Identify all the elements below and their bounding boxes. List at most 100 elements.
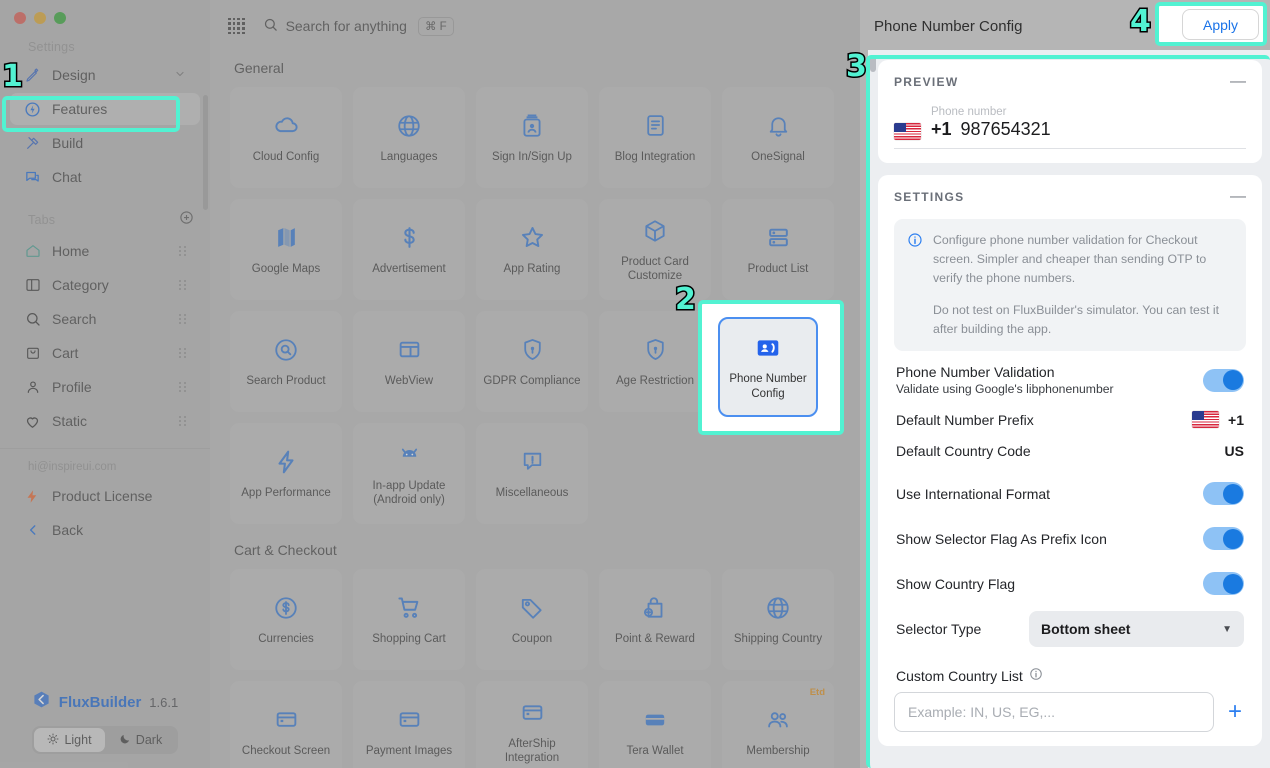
maximize-window-icon[interactable] — [54, 12, 66, 24]
custom-country-list-input[interactable] — [894, 692, 1214, 732]
minus-icon[interactable]: — — [1230, 189, 1246, 205]
sidebar-item-back[interactable]: Back — [10, 514, 200, 546]
tile-phone-number-config[interactable]: Phone Number Config — [718, 317, 818, 417]
drag-handle-icon[interactable] — [179, 348, 186, 358]
sidebar-item-design[interactable]: Design — [10, 59, 200, 91]
tile-advertisement[interactable]: Advertisement — [353, 199, 465, 300]
star-icon — [519, 223, 546, 253]
apps-grid-icon[interactable] — [228, 18, 245, 35]
tile-label: Currencies — [258, 632, 314, 646]
tile-shipping-country[interactable]: Shipping Country — [722, 569, 834, 670]
chevron-left-icon — [24, 522, 41, 539]
theme-option-light[interactable]: Light — [34, 728, 105, 752]
tile-label: Shopping Cart — [372, 632, 446, 646]
drag-handle-icon[interactable] — [179, 314, 186, 324]
tile-coupon[interactable]: Coupon — [476, 569, 588, 670]
settings-card-header: SETTINGS — — [894, 189, 1246, 205]
tile-point-reward[interactable]: Point & Reward — [599, 569, 711, 670]
theme-option-dark[interactable]: Dark — [105, 728, 176, 752]
info-circle-icon[interactable] — [1029, 667, 1043, 684]
row-sublabel: Validate using Google's libphonenumber — [896, 382, 1114, 396]
tile-shopping-cart[interactable]: Shopping Cart — [353, 569, 465, 670]
sidebar-settings-label: Settings — [0, 24, 210, 58]
sidebar-item-product-license[interactable]: Product License — [10, 480, 200, 512]
row-show-selector-flag-as-prefix-icon[interactable]: Show Selector Flag As Prefix Icon — [894, 505, 1246, 550]
apply-button-highlighted[interactable]: Apply — [1182, 9, 1259, 40]
row-value: US — [1225, 443, 1244, 459]
tile-tera-wallet[interactable]: Tera Wallet — [599, 681, 711, 768]
minimize-window-icon[interactable] — [34, 12, 46, 24]
tile-label: Coupon — [512, 632, 552, 646]
sidebar-item-chat[interactable]: Chat — [10, 161, 200, 193]
tag-icon — [519, 593, 545, 623]
wallet-icon — [642, 705, 668, 735]
card-icon — [274, 705, 299, 735]
toggle-show-country-flag[interactable] — [1203, 572, 1244, 595]
tile-label: WebView — [385, 374, 433, 388]
info-text: Configure phone number validation for Ch… — [933, 231, 1233, 339]
chevron-down-icon[interactable] — [174, 67, 186, 83]
tile-membership[interactable]: Etd Membership — [722, 681, 834, 768]
settings-card: SETTINGS — Configure phone number valida… — [878, 175, 1262, 746]
row-default-country-code[interactable]: Default Country Code US — [894, 430, 1246, 464]
tile-cloud-config[interactable]: Cloud Config — [230, 87, 342, 188]
sidebar-item-static[interactable]: Static — [10, 405, 200, 437]
members-icon — [765, 705, 791, 735]
sun-icon — [47, 733, 59, 748]
toggle-phone-number-validation[interactable] — [1203, 369, 1244, 392]
tile-miscellaneous[interactable]: Miscellaneous — [476, 423, 588, 524]
marker-1: 1 — [2, 62, 23, 92]
sidebar-item-build[interactable]: Build — [10, 127, 200, 159]
bag-plus-icon — [642, 593, 668, 623]
drag-handle-icon[interactable] — [179, 280, 186, 290]
tile-languages[interactable]: Languages — [353, 87, 465, 188]
toggle-use-international-format[interactable] — [1203, 482, 1244, 505]
tile-search-product[interactable]: Search Product — [230, 311, 342, 412]
tile-in-app-update[interactable]: In-app Update (Android only) — [353, 423, 465, 524]
tile-sign-in-sign-up[interactable]: Sign In/Sign Up — [476, 87, 588, 188]
tile-gdpr-compliance[interactable]: GDPR Compliance — [476, 311, 588, 412]
sidebar-item-search[interactable]: Search — [10, 303, 200, 335]
tile-blog-integration[interactable]: Blog Integration — [599, 87, 711, 188]
tile-app-performance[interactable]: App Performance — [230, 423, 342, 524]
globe-icon — [765, 593, 791, 623]
toggle-show-selector-flag-as-prefix-icon[interactable] — [1203, 527, 1244, 550]
drag-handle-icon[interactable] — [179, 416, 186, 426]
tile-age-restriction[interactable]: Age Restriction — [599, 311, 711, 412]
tile-webview[interactable]: WebView — [353, 311, 465, 412]
search-input[interactable]: Search for anything ⌘ F — [263, 17, 454, 36]
sidebar-item-profile[interactable]: Profile — [10, 371, 200, 403]
tile-google-maps[interactable]: Google Maps — [230, 199, 342, 300]
sidebar-item-home[interactable]: Home — [10, 235, 200, 267]
tile-product-list[interactable]: Product List — [722, 199, 834, 300]
row-phone-number-validation[interactable]: Phone Number Validation Validate using G… — [894, 351, 1246, 396]
row-use-international-format[interactable]: Use International Format — [894, 464, 1246, 505]
minus-icon[interactable]: — — [1230, 74, 1246, 90]
theme-toggle[interactable]: Light Dark — [32, 726, 178, 754]
tile-label: Checkout Screen — [242, 744, 330, 758]
close-window-icon[interactable] — [14, 12, 26, 24]
tile-currencies[interactable]: Currencies — [230, 569, 342, 670]
row-control — [1203, 369, 1244, 392]
tile-badge: Etd — [810, 687, 825, 698]
design-pen-icon — [24, 67, 41, 84]
drag-handle-icon[interactable] — [179, 246, 186, 256]
tile-aftership-integration[interactable]: AfterShip Integration — [476, 681, 588, 768]
tile-checkout-screen[interactable]: Checkout Screen — [230, 681, 342, 768]
sidebar-item-label: Build — [52, 135, 83, 151]
sidebar-item-category[interactable]: Category — [10, 269, 200, 301]
category-columns-icon — [24, 277, 41, 294]
row-show-country-flag[interactable]: Show Country Flag — [894, 550, 1246, 595]
sidebar-scrollbar[interactable] — [203, 95, 208, 210]
android-icon — [396, 440, 423, 470]
sidebar-item-features[interactable]: Features — [10, 93, 200, 125]
row-default-number-prefix[interactable]: Default Number Prefix +1 — [894, 396, 1246, 430]
drag-handle-icon[interactable] — [179, 382, 186, 392]
tile-payment-images[interactable]: Payment Images — [353, 681, 465, 768]
sidebar-item-cart[interactable]: Cart — [10, 337, 200, 369]
right-panel-scrollbar[interactable] — [870, 56, 876, 72]
plus-icon[interactable]: + — [1224, 700, 1246, 724]
tile-app-rating[interactable]: App Rating — [476, 199, 588, 300]
tile-onesignal[interactable]: OneSignal — [722, 87, 834, 188]
selector-type-dropdown[interactable]: Bottom sheet ▼ — [1029, 611, 1244, 647]
